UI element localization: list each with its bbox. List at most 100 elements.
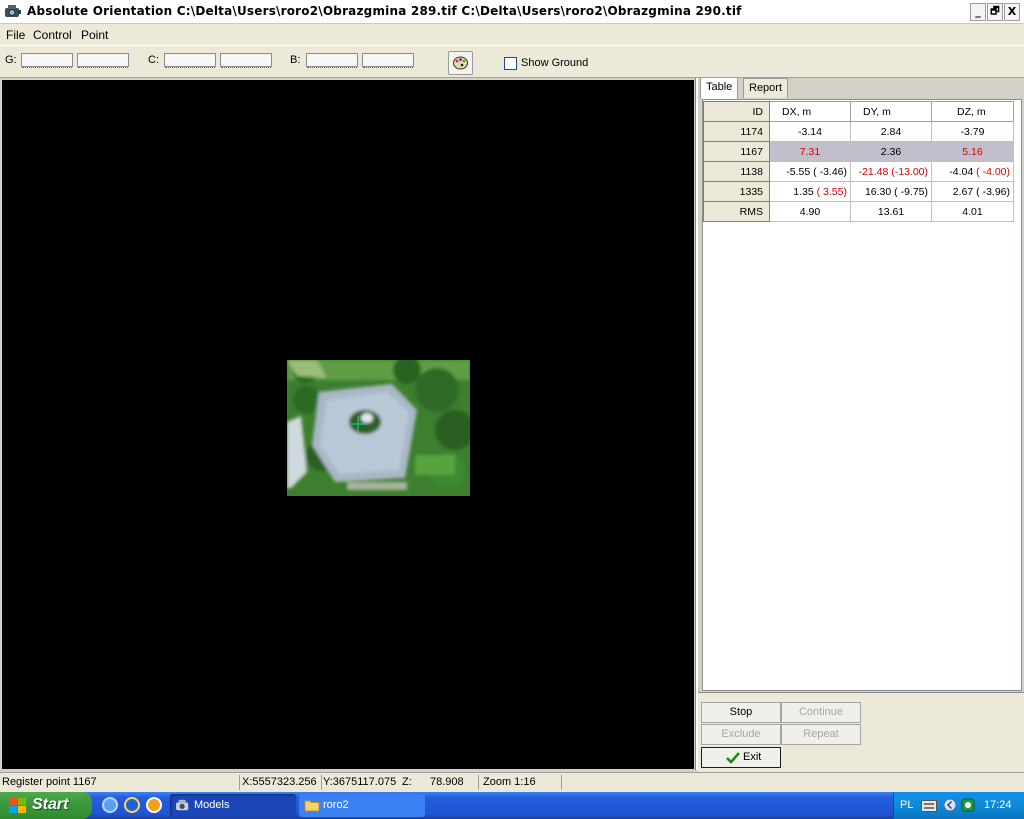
residuals-table: ID DX, m DY, m DZ, m 1174 -3.14 2.84 -3.…: [703, 101, 1014, 222]
b-slider-max[interactable]: [362, 53, 414, 68]
dz-value: 5.16: [962, 145, 983, 158]
status-zoom: Zoom 1:16: [483, 776, 536, 788]
dy-value: 2.84: [880, 125, 902, 138]
task-models[interactable]: Models: [170, 794, 296, 817]
image-viewport[interactable]: [2, 80, 694, 769]
c-label: C:: [148, 54, 159, 66]
table-row[interactable]: 1174 -3.14 2.84 -3.79: [703, 121, 1014, 142]
header-dz[interactable]: DZ, m: [931, 101, 1014, 122]
cell-dz: 5.16: [931, 141, 1014, 162]
header-dx[interactable]: DX, m: [769, 101, 851, 122]
status-divider: [561, 775, 562, 790]
checkmark-icon: [726, 752, 740, 764]
status-divider: [239, 775, 240, 790]
dz-paren: ( -4.00): [976, 165, 1010, 178]
row-id: 1174: [703, 121, 770, 142]
table-row-selected[interactable]: 1167 7.31 2.36 5.16: [703, 141, 1014, 162]
dz-value: -3.79: [960, 125, 985, 138]
dx-value: -5.55: [786, 165, 811, 178]
security-shield-icon[interactable]: [961, 798, 975, 812]
cell-dz: -4.04 ( -4.00): [931, 161, 1014, 182]
g-slider-max[interactable]: [77, 53, 129, 68]
cell-dy: -21.48 (-13.00): [850, 161, 932, 182]
panel-splitter[interactable]: [695, 78, 698, 770]
dx-value: 1.35: [793, 185, 814, 198]
cell-dy: 13.61: [850, 201, 932, 222]
task-roro2-label: roro2: [323, 799, 349, 811]
header-dy[interactable]: DY, m: [850, 101, 932, 122]
dx-value: -3.14: [798, 125, 822, 138]
show-ground-label[interactable]: Show Ground: [521, 57, 588, 69]
start-button[interactable]: Start: [0, 792, 92, 819]
row-id: 1335: [703, 181, 770, 202]
language-indicator[interactable]: PL: [900, 799, 913, 811]
dz-value: 4.01: [962, 205, 983, 218]
back-arrow-icon[interactable]: [943, 798, 957, 812]
palette-icon: [453, 56, 468, 70]
media-player-icon[interactable]: [146, 797, 162, 813]
task-roro2[interactable]: roro2: [299, 794, 425, 817]
palette-button[interactable]: [448, 51, 473, 75]
cell-dz: -3.79: [931, 121, 1014, 142]
internet-explorer-icon[interactable]: [124, 797, 140, 813]
tab-table[interactable]: Table: [700, 77, 739, 99]
dy-value: -21.48: [858, 165, 889, 178]
window-title: Absolute Orientation C:\Delta\Users\roro…: [27, 4, 742, 18]
status-z-value: 78.908: [430, 776, 464, 788]
dx-value: 4.90: [799, 205, 821, 218]
cell-dz: 2.67 ( -3.96): [931, 181, 1014, 202]
dy-value: 13.61: [877, 205, 905, 218]
cell-dy: 2.36: [850, 141, 932, 162]
exit-label: Exit: [743, 751, 762, 763]
dx-value: 7.31: [799, 145, 821, 158]
menu-point[interactable]: Point: [81, 28, 108, 42]
system-tray: PL 17:24: [893, 792, 1024, 819]
desktop-quicklaunch-icon[interactable]: [102, 797, 118, 813]
exit-button[interactable]: Exit: [701, 747, 781, 768]
start-label: Start: [32, 796, 69, 813]
title-bar: Absolute Orientation C:\Delta\Users\roro…: [0, 0, 1024, 24]
aerial-image[interactable]: [287, 360, 470, 496]
dz-paren: ( -3.96): [976, 185, 1010, 198]
clock[interactable]: 17:24: [984, 799, 1012, 811]
table-row[interactable]: 1335 1.35 ( 3.55) 16.30 ( -9.75) 2.67 ( …: [703, 181, 1014, 202]
restore-button[interactable]: 🗗: [987, 3, 1003, 21]
camera-icon: [176, 799, 189, 811]
menu-file[interactable]: File: [6, 28, 25, 42]
repeat-button[interactable]: Repeat: [781, 724, 861, 745]
dy-value: 16.30: [864, 185, 892, 198]
table-row-rms[interactable]: RMS 4.90 13.61 4.01: [703, 201, 1014, 222]
cell-dx: 4.90: [769, 201, 851, 222]
b-slider-min[interactable]: [306, 53, 358, 68]
keyboard-icon[interactable]: [921, 800, 937, 812]
row-id: 1138: [703, 161, 770, 182]
status-divider: [321, 775, 322, 790]
header-id[interactable]: ID: [703, 101, 770, 122]
tab-report[interactable]: Report: [743, 78, 789, 98]
show-ground-checkbox[interactable]: [504, 57, 517, 70]
cell-dy: 16.30 ( -9.75): [850, 181, 932, 202]
windows-logo-icon: [9, 798, 26, 813]
status-z-label: Z:: [402, 776, 412, 788]
dx-paren: ( 3.55): [816, 185, 847, 198]
table-row[interactable]: 1138 -5.55 ( -3.46) -21.48 (-13.00) -4.0…: [703, 161, 1014, 182]
cell-dx: 1.35 ( 3.55): [769, 181, 851, 202]
g-slider-min[interactable]: [21, 53, 73, 68]
dy-paren: ( -9.75): [894, 185, 928, 198]
exclude-button[interactable]: Exclude: [701, 724, 781, 745]
status-y-coord: Y:3675117.075: [323, 776, 397, 788]
stop-button[interactable]: Stop: [701, 702, 781, 723]
minimize-button[interactable]: _: [970, 3, 986, 21]
cell-dy: 2.84: [850, 121, 932, 142]
action-buttons: Stop Continue Exclude Repeat Exit: [698, 692, 1024, 772]
close-button[interactable]: X: [1004, 3, 1020, 21]
row-id: RMS: [703, 201, 770, 222]
aerial-photo-graphic: [287, 360, 470, 496]
toolbar: G: C: B: Show Ground: [0, 45, 1024, 78]
folder-icon: [304, 800, 320, 812]
c-slider-max[interactable]: [220, 53, 272, 68]
c-slider-min[interactable]: [164, 53, 216, 68]
continue-button[interactable]: Continue: [781, 702, 861, 723]
dz-value: -4.04: [949, 165, 974, 178]
menu-control[interactable]: Control: [33, 28, 72, 42]
